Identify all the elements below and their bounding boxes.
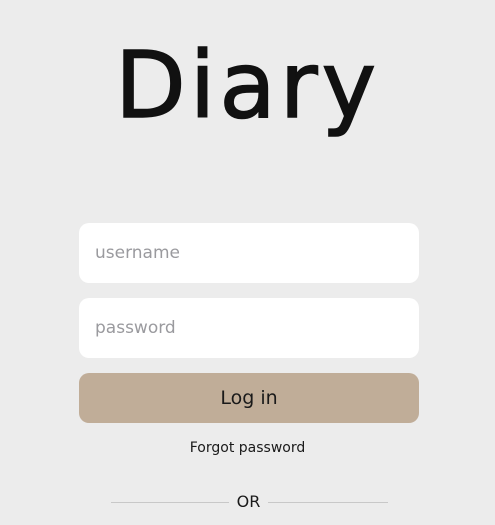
- divider-line-right: [268, 502, 388, 503]
- login-button[interactable]: Log in: [79, 373, 419, 423]
- app-logo: Diary: [114, 31, 381, 140]
- username-input[interactable]: [79, 223, 419, 283]
- or-divider-label: OR: [236, 492, 261, 511]
- forgot-password-link[interactable]: Forgot password: [0, 440, 495, 456]
- divider-line-left: [111, 502, 229, 503]
- password-input[interactable]: [79, 298, 419, 358]
